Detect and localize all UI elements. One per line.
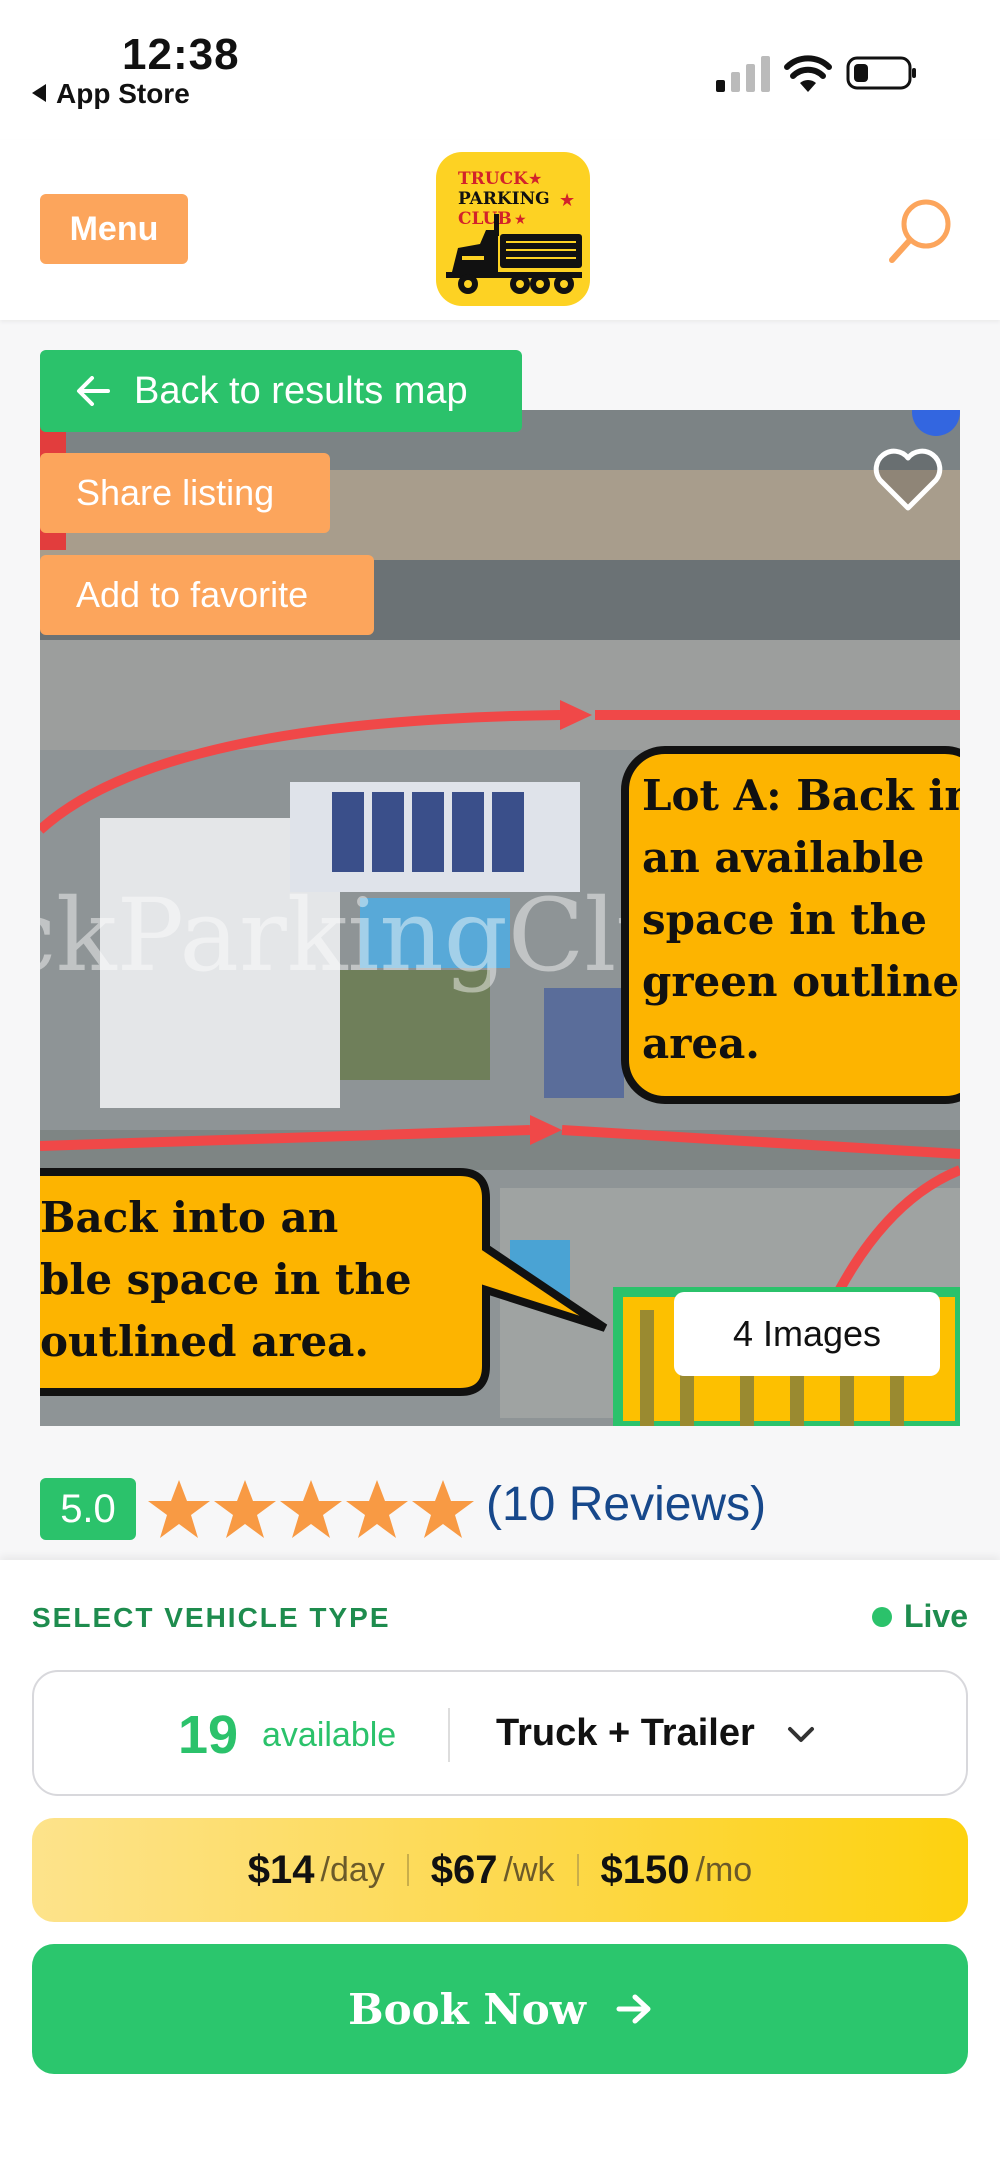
select-vehicle-type-label: SELECT VEHICLE TYPE [32,1602,391,1633]
booking-panel: SELECT VEHICLE TYPE Live 19 available Tr… [0,1560,1000,2167]
back-to-results-map-label: Back to results map [134,369,468,412]
back-triangle-icon [32,84,46,102]
add-to-favorite-button[interactable]: Add to favorite [40,555,374,635]
back-to-app-store[interactable]: App Store [32,78,190,110]
live-indicator: Live [871,1598,968,1635]
svg-text:★: ★ [559,190,575,211]
truck-parking-club-logo[interactable]: TRUCK ★ PARKING ★ CLUB ★ [436,152,590,306]
star-icon [148,1480,210,1538]
svg-text:Back into an: Back into an [40,1193,338,1242]
price-week-unit: /wk [503,1850,555,1889]
book-now-button[interactable]: Book Now [32,1944,968,2074]
cellular-signal-icon [716,56,770,92]
svg-text:★: ★ [514,212,527,228]
battery-icon [846,56,916,90]
clock: 12:38 [122,30,240,79]
star-icon [280,1480,342,1538]
search-icon[interactable] [886,196,956,266]
back-to-app-store-label: App Store [56,78,190,109]
live-label: Live [903,1598,968,1634]
status-bar: 12:38 App Store [0,0,1000,140]
price-day-amount: $14 [247,1847,315,1892]
vehicle-type-picker[interactable]: 19 available Truck + Trailer [32,1670,968,1796]
heart-icon[interactable] [872,448,944,512]
svg-text:TRUCK: TRUCK [458,169,529,189]
app-header: Menu TRUCK ★ PARKING ★ CLUB ★ [0,140,1000,320]
price-month-amount: $150 [600,1847,690,1892]
available-count: 19 [178,1705,239,1765]
price-bar: $14/day $67/wk $150/mo [32,1818,968,1922]
svg-text:PARKING: PARKING [458,189,550,209]
svg-text:★: ★ [528,169,542,188]
rating-score: 5.0 [40,1478,136,1540]
arrow-right-icon [616,1994,651,2024]
rating-stars [146,1478,476,1542]
book-now-label: Book Now [348,1984,586,2034]
price-month-unit: /mo [695,1850,753,1889]
price-separator [576,1854,579,1886]
menu-button[interactable]: Menu [40,194,188,264]
star-icon [214,1480,276,1538]
logo-graphic: TRUCK ★ PARKING ★ CLUB ★ [446,169,582,294]
back-to-results-map-button[interactable]: Back to results map [40,350,522,432]
available-label: available [262,1716,397,1754]
svg-text:Lot A: Back int: Lot A: Back int [642,771,960,820]
svg-text:area.: area. [642,1019,760,1068]
image-count-badge[interactable]: 4 Images [674,1292,940,1376]
live-dot-icon [871,1606,892,1627]
wifi-icon [784,55,832,92]
svg-text:green outlined: green outlined [642,957,960,1006]
vehicle-type-value: Truck + Trailer [496,1712,755,1754]
star-icon [346,1480,408,1538]
svg-text:space in the: space in the [642,895,927,944]
chevron-down-icon [788,1727,814,1742]
star-icon [412,1480,474,1538]
svg-text:CLUB: CLUB [458,209,512,229]
svg-text:ble space in the: ble space in the [40,1255,412,1304]
reviews-link[interactable]: (10 Reviews) [486,1477,766,1532]
price-week-amount: $67 [430,1847,498,1892]
price-separator [406,1854,409,1886]
price-day-unit: /day [320,1850,385,1889]
share-listing-button[interactable]: Share listing [40,453,330,533]
svg-text:an available: an available [642,833,924,882]
picker-divider [448,1708,450,1762]
arrow-left-icon [77,376,110,406]
svg-text:outlined area.: outlined area. [40,1317,369,1366]
